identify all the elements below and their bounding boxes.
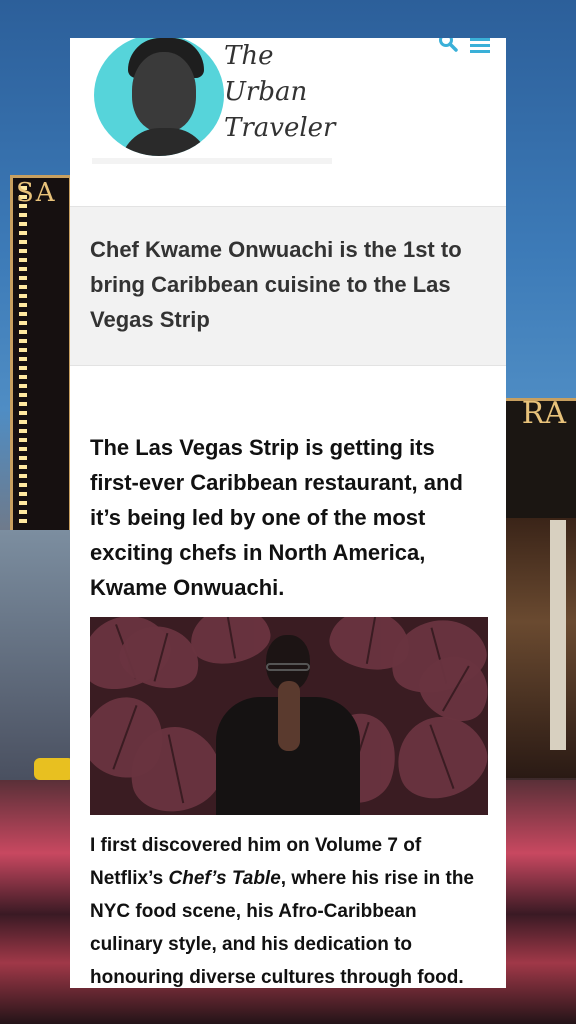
logo-line-2: Urban	[224, 77, 308, 107]
author-avatar[interactable]	[94, 38, 224, 156]
site-header: The Urban Traveler	[70, 38, 506, 206]
header-underline	[92, 158, 332, 164]
article-card: The Urban Traveler Chef Kwame Onwuachi i…	[70, 38, 506, 988]
casino-sign-left: SA	[16, 178, 57, 208]
chef-photo	[90, 617, 488, 815]
logo-line-1: The	[224, 41, 274, 71]
article-title: Chef Kwame Onwuachi is the 1st to bring …	[90, 237, 462, 332]
title-section: Chef Kwame Onwuachi is the 1st to bring …	[70, 206, 506, 366]
article-content: The Las Vegas Strip is getting its first…	[70, 366, 506, 988]
casino-building-left	[10, 175, 72, 535]
hamburger-menu-icon[interactable]	[470, 38, 490, 53]
pillar	[550, 520, 566, 750]
article-body: I first discovered him on Volume 7 of Ne…	[90, 835, 474, 988]
article-lead: The Las Vegas Strip is getting its first…	[90, 435, 463, 600]
building-left-lower	[0, 530, 72, 780]
show-title: Chef’s Table	[168, 868, 281, 889]
taxi	[34, 758, 74, 780]
logo-line-3: Traveler	[224, 113, 336, 143]
casino-sign-right: RA	[521, 396, 566, 431]
site-logo[interactable]: The Urban Traveler	[224, 38, 335, 146]
search-icon[interactable]	[438, 38, 458, 52]
